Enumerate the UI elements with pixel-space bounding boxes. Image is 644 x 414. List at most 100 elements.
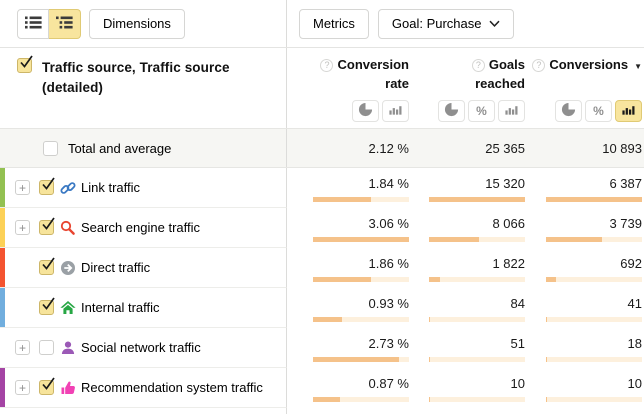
value-bar (546, 277, 642, 282)
cell-value: 3 739 (609, 216, 642, 231)
help-icon[interactable]: ? (320, 59, 333, 72)
column-label-line1: Conversions (549, 57, 628, 72)
column-header-conversions: ? Conversions ▼ % (525, 48, 642, 128)
toolbar: Dimensions Metrics Goal: Purchase (0, 0, 644, 47)
bottom-filler (0, 408, 644, 414)
row-checkbox[interactable] (39, 220, 54, 235)
table-row: + Search engine traffic 3.06 % 8 066 3 7… (0, 208, 644, 248)
help-icon[interactable]: ? (532, 59, 545, 72)
total-conversion-rate: 2.12 % (369, 141, 409, 156)
row-checkbox[interactable] (39, 180, 54, 195)
column-label-line1: Goals (489, 57, 525, 72)
row-checkbox[interactable] (39, 340, 54, 355)
analytics-report: Dimensions Metrics Goal: Purchase Traffi… (0, 0, 644, 414)
cell-value: 10 (511, 376, 525, 391)
help-icon[interactable]: ? (472, 59, 485, 72)
column-label[interactable]: ? Goals reached (472, 56, 525, 94)
row-label-cell: + Recommendation system traffic (0, 368, 287, 408)
value-bar (429, 357, 525, 362)
percent-toggle-button[interactable]: % (585, 100, 612, 122)
total-row-values: 2.12 % 25 365 10 893 (287, 129, 644, 167)
row-label-cell: + Social network traffic (0, 328, 287, 368)
goal-selector-label: Goal: Purchase (392, 16, 482, 31)
sort-desc-icon: ▼ (634, 62, 642, 71)
dimension-header-cell: Traffic source, Traffic source (detailed… (0, 48, 287, 128)
metrics-button[interactable]: Metrics (299, 9, 369, 39)
row-color-strip (0, 368, 5, 407)
percent-toggle-button[interactable]: % (468, 100, 495, 122)
cell-value: 84 (511, 296, 525, 311)
view-toggle-group (17, 9, 81, 39)
row-label-cell: Direct traffic (0, 248, 287, 288)
percent-icon: % (593, 104, 604, 118)
column-label[interactable]: ?Conversion rate (320, 56, 409, 94)
goal-selector-button[interactable]: Goal: Purchase (378, 9, 514, 39)
row-label: Link traffic (81, 180, 140, 195)
value-bar (546, 357, 642, 362)
pie-chart-toggle-button[interactable] (352, 100, 379, 122)
column-label[interactable]: ? Conversions ▼ (532, 56, 642, 75)
bar-chart-toggle-button[interactable] (615, 100, 642, 122)
row-label: Recommendation system traffic (81, 380, 263, 395)
pie-chart-icon (444, 102, 459, 120)
pie-chart-toggle-button[interactable] (438, 100, 465, 122)
expand-button[interactable]: + (15, 380, 30, 395)
pie-chart-toggle-button[interactable] (555, 100, 582, 122)
value-bar (429, 317, 525, 322)
row-values: 2.73 % 51 18 (287, 328, 644, 368)
dimensions-button[interactable]: Dimensions (89, 9, 185, 39)
cell-value: 41 (628, 296, 642, 311)
select-all-checkbox[interactable] (17, 58, 32, 73)
value-bar (429, 397, 525, 402)
row-checkbox[interactable] (39, 380, 54, 395)
cell-value: 8 066 (492, 216, 525, 231)
row-label: Search engine traffic (81, 220, 200, 235)
value-bar (313, 397, 409, 402)
column-label-line1: Conversion (337, 57, 409, 72)
list-view-button[interactable] (17, 9, 49, 39)
cell-value: 0.87 % (369, 376, 409, 391)
cell-value: 10 (628, 376, 642, 391)
dimension-title: Traffic source, Traffic source (detailed… (42, 58, 254, 128)
row-checkbox[interactable] (43, 141, 58, 156)
table-row: + Social network traffic 2.73 % 51 18 (0, 328, 644, 368)
row-checkbox[interactable] (39, 260, 54, 275)
row-color-strip (0, 208, 5, 247)
expand-button[interactable]: + (15, 180, 30, 195)
cell-value: 1.86 % (369, 256, 409, 271)
expand-button[interactable]: + (15, 340, 30, 355)
metric-headers: ?Conversion rate ?Goals (287, 48, 644, 128)
toolbar-left: Dimensions (0, 0, 287, 47)
row-color-strip (0, 168, 5, 207)
bar-chart-icon (504, 102, 519, 120)
row-label-cell: Internal traffic (0, 288, 287, 328)
total-row-label: Total and average (68, 141, 171, 156)
bar-chart-toggle-button[interactable] (498, 100, 525, 122)
bar-chart-icon (388, 102, 403, 120)
cell-value: 1.84 % (369, 176, 409, 191)
column-label-line2: reached (475, 76, 525, 91)
direct-arrow-icon (60, 260, 76, 276)
tree-view-button[interactable] (49, 9, 81, 39)
bar-chart-toggle-button[interactable] (382, 100, 409, 122)
row-checkbox[interactable] (39, 300, 54, 315)
list-view-icon (25, 16, 42, 32)
total-goals-reached: 25 365 (485, 141, 525, 156)
percent-icon: % (476, 104, 487, 118)
chevron-down-icon (489, 16, 500, 31)
total-conversions: 10 893 (602, 141, 642, 156)
value-bar (429, 237, 525, 242)
table-row: Internal traffic 0.93 % 84 41 (0, 288, 644, 328)
column-view-toggles: % (555, 100, 642, 122)
row-color-strip (0, 288, 5, 327)
person-icon (60, 340, 76, 356)
row-values: 1.86 % 1 822 692 (287, 248, 644, 288)
row-label: Internal traffic (81, 300, 160, 315)
table-header: Traffic source, Traffic source (detailed… (0, 47, 644, 128)
row-label-cell: + Search engine traffic (0, 208, 287, 248)
expand-button[interactable]: + (15, 220, 30, 235)
column-header-goals-reached: ? Goals reached % (409, 48, 525, 128)
cell-value: 51 (511, 336, 525, 351)
value-bar (313, 357, 409, 362)
cell-value: 2.73 % (369, 336, 409, 351)
